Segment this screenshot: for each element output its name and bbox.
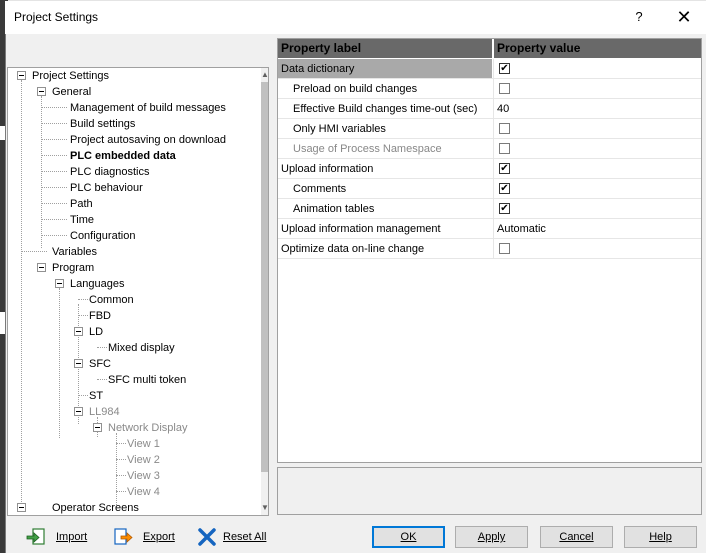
tree-node-mixed-display[interactable]: Mixed display [108, 340, 175, 356]
tree-node-network-display[interactable]: Network Display [108, 420, 187, 436]
tree-scrollbar[interactable]: ▲ ▼ [261, 68, 268, 515]
collapse-icon[interactable] [74, 327, 83, 336]
tree-node-fbd[interactable]: FBD [89, 308, 111, 324]
tree-node-plc-diagnostics[interactable]: PLC diagnostics [70, 164, 150, 180]
tree-node-view-3[interactable]: View 3 [127, 468, 160, 484]
tree-node-view-2[interactable]: View 2 [127, 452, 160, 468]
checkbox-unchecked[interactable] [499, 123, 510, 134]
property-row-optimize-data[interactable]: Optimize data on-line change [278, 239, 701, 259]
tree-node-ld[interactable]: LD [89, 324, 103, 340]
apply-label: Apply [477, 531, 506, 543]
property-label: Upload information [281, 163, 374, 175]
property-row-only-hmi[interactable]: Only HMI variables [278, 119, 701, 139]
column-header-label[interactable]: Property label [278, 39, 492, 58]
collapse-icon[interactable] [17, 503, 26, 512]
checkbox-unchecked[interactable] [499, 143, 510, 154]
collapse-icon[interactable] [37, 87, 46, 96]
tree-node-sfc[interactable]: SFC [89, 356, 111, 372]
reset-x-icon [198, 528, 216, 546]
property-row-animation-tables[interactable]: Animation tables ✔ [278, 199, 701, 219]
tree-node-operator-screens[interactable]: Operator Screens [52, 500, 139, 515]
export-label: Export [143, 531, 175, 543]
property-description-pane [277, 467, 702, 515]
tree-node-program[interactable]: Program [52, 260, 94, 276]
checkbox-unchecked[interactable] [499, 243, 510, 254]
property-label: Preload on build changes [293, 83, 418, 95]
checkbox-checked[interactable]: ✔ [499, 63, 510, 74]
import-label: Import [56, 531, 88, 543]
close-icon[interactable]: ✕ [670, 4, 698, 30]
export-icon [114, 528, 133, 545]
property-row-upload-management[interactable]: Upload information management Automatic [278, 219, 701, 239]
property-value[interactable]: Automatic [497, 219, 546, 239]
collapse-icon[interactable] [37, 263, 46, 272]
help-icon[interactable]: ? [628, 4, 650, 30]
help-button[interactable]: Help [624, 526, 697, 548]
help-label: Help [649, 531, 672, 543]
property-label: Optimize data on-line change [281, 243, 425, 255]
tree-node-general[interactable]: General [52, 84, 91, 100]
tree-node-build-settings[interactable]: Build settings [70, 116, 135, 132]
tree-node-languages[interactable]: Languages [70, 276, 124, 292]
checkbox-checked[interactable]: ✔ [499, 163, 510, 174]
settings-tree[interactable]: Project Settings General Management of b… [7, 67, 269, 516]
tree-node-view-1[interactable]: View 1 [127, 436, 160, 452]
cancel-button[interactable]: Cancel [540, 526, 613, 548]
collapse-icon[interactable] [74, 359, 83, 368]
tree-node-time[interactable]: Time [70, 212, 94, 228]
tree-node-plc-embedded-data[interactable]: PLC embedded data [70, 148, 176, 164]
property-grid: Property label Property value Data dicti… [277, 38, 702, 463]
property-row-data-dictionary[interactable]: Data dictionary ✔ [278, 59, 701, 79]
tree-node-project-settings[interactable]: Project Settings [32, 68, 109, 84]
property-label: Only HMI variables [293, 123, 386, 135]
property-row-timeout[interactable]: Effective Build changes time-out (sec) 4… [278, 99, 701, 119]
property-row-comments[interactable]: Comments ✔ [278, 179, 701, 199]
title-bar [5, 1, 706, 34]
property-row-process-namespace[interactable]: Usage of Process Namespace [278, 139, 701, 159]
tree-node-configuration[interactable]: Configuration [70, 228, 135, 244]
scroll-thumb[interactable] [261, 82, 268, 472]
collapse-icon[interactable] [74, 407, 83, 416]
export-button[interactable]: Export [113, 526, 183, 548]
checkbox-unchecked[interactable] [499, 83, 510, 94]
property-label: Usage of Process Namespace [293, 143, 442, 155]
tree-node-common[interactable]: Common [89, 292, 134, 308]
collapse-icon[interactable] [17, 71, 26, 80]
checkbox-checked[interactable]: ✔ [499, 203, 510, 214]
property-label: Animation tables [293, 203, 375, 215]
property-label: Effective Build changes time-out (sec) [293, 103, 478, 115]
tree-node-build-messages[interactable]: Management of build messages [70, 100, 226, 116]
property-value[interactable]: 40 [497, 99, 509, 119]
tree-node-ll984[interactable]: LL984 [89, 404, 120, 420]
tree-node-st[interactable]: ST [89, 388, 103, 404]
checkbox-checked[interactable]: ✔ [499, 183, 510, 194]
column-header-value[interactable]: Property value [494, 39, 701, 58]
tree-node-autosaving[interactable]: Project autosaving on download [70, 132, 226, 148]
tree-node-path[interactable]: Path [70, 196, 93, 212]
collapse-icon[interactable] [93, 423, 102, 432]
ok-label: OK [400, 531, 417, 543]
property-label: Upload information management [281, 223, 441, 235]
import-icon [26, 528, 45, 545]
import-button[interactable]: Import [26, 526, 96, 548]
reset-all-button[interactable]: Reset All [197, 526, 277, 548]
scroll-up-icon[interactable]: ▲ [261, 69, 268, 81]
property-label: Comments [293, 183, 347, 195]
tree-node-sfc-multi-token[interactable]: SFC multi token [108, 372, 186, 388]
dialog-title: Project Settings [14, 10, 99, 24]
scroll-down-icon[interactable]: ▼ [261, 502, 268, 514]
ok-button[interactable]: OK [372, 526, 445, 548]
property-row-upload-information[interactable]: Upload information ✔ [278, 159, 701, 179]
tree-node-view-4[interactable]: View 4 [127, 484, 160, 500]
collapse-icon[interactable] [55, 279, 64, 288]
apply-button[interactable]: Apply [455, 526, 528, 548]
property-label: Data dictionary [281, 63, 355, 75]
tree-node-variables[interactable]: Variables [52, 244, 97, 260]
cancel-label: Cancel [559, 531, 594, 543]
reset-all-label: Reset All [223, 531, 267, 543]
tree-node-plc-behaviour[interactable]: PLC behaviour [70, 180, 143, 196]
property-row-preload[interactable]: Preload on build changes [278, 79, 701, 99]
